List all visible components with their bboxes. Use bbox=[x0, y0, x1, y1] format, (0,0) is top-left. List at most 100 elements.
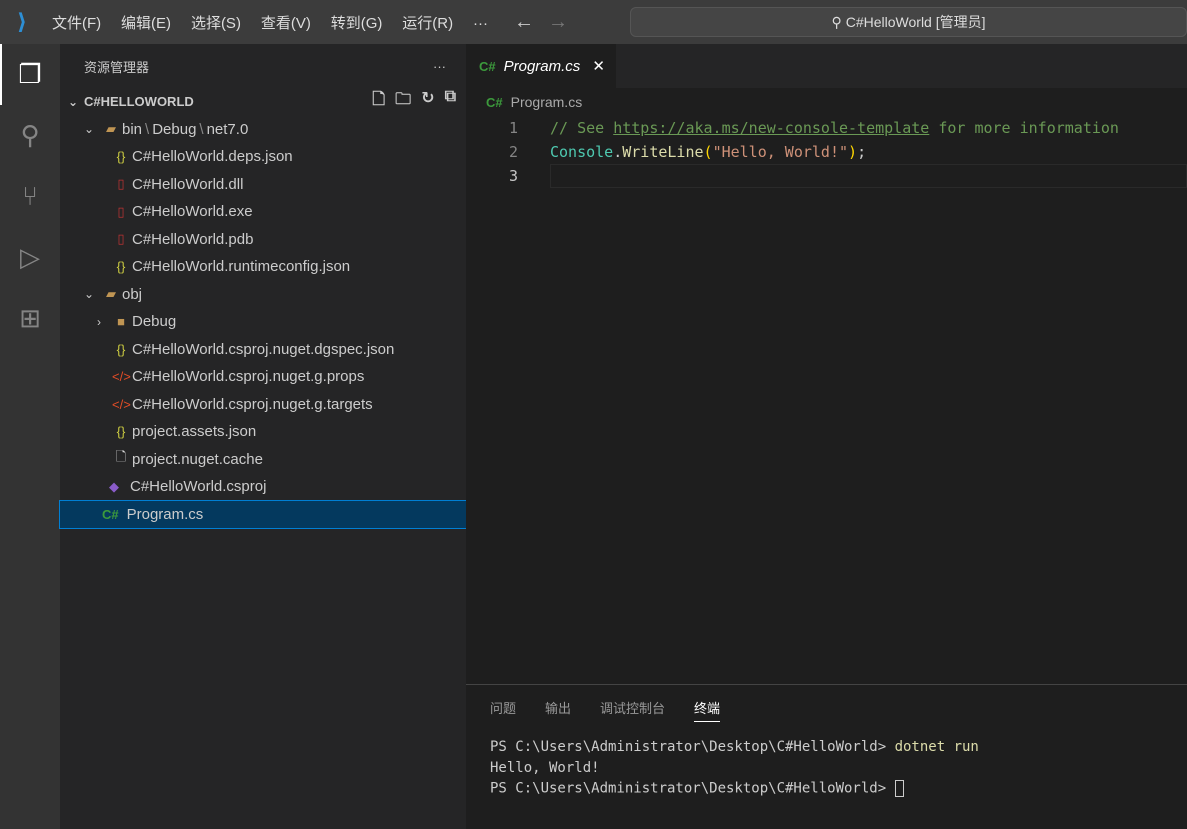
token: "Hello, World!" bbox=[712, 143, 849, 161]
search-label: C#HelloWorld [管理员] bbox=[845, 14, 986, 30]
comment-link[interactable]: https://aka.ms/new-console-template bbox=[613, 119, 929, 137]
search-icon[interactable]: ⚲ bbox=[0, 105, 60, 166]
menu-edit[interactable]: 编辑(E) bbox=[121, 15, 171, 32]
terminal-cursor bbox=[894, 780, 904, 797]
chevron-down-icon: ⌄ bbox=[67, 94, 79, 109]
collapse-all-icon[interactable]: ⧉ bbox=[445, 88, 456, 115]
terminal[interactable]: PS C:\Users\Administrator\Desktop\C#Hell… bbox=[466, 739, 1187, 801]
tree-file[interactable]: {} C#HelloWorld.runtimeconfig.json bbox=[60, 253, 466, 281]
tree-root-folder[interactable]: ⌄ C#HELLOWORLD 🗋 🗀 ↻ ⧉ bbox=[60, 88, 466, 116]
label: C#HelloWorld.csproj.nuget.g.props bbox=[132, 368, 365, 386]
menu-bar: 文件(F) 编辑(E) 选择(S) 查看(V) 转到(G) 运行(R) ··· bbox=[44, 12, 496, 33]
forward-arrow-icon[interactable]: → bbox=[548, 11, 568, 33]
search-icon: ⚲ bbox=[831, 13, 842, 30]
chevron-down-icon: ⌄ bbox=[83, 122, 95, 137]
tree-file[interactable]: ▯ C#HelloWorld.exe bbox=[60, 198, 466, 226]
xml-icon: </> bbox=[112, 396, 131, 412]
explorer-icon[interactable]: ❐ bbox=[0, 44, 60, 105]
label: C#HelloWorld.deps.json bbox=[132, 148, 293, 166]
new-folder-icon[interactable]: 🗀 bbox=[395, 88, 411, 115]
json-icon: {} bbox=[116, 424, 126, 440]
activity-bar: ❐ ⚲ ⑂ ▷ ⊞ bbox=[0, 44, 60, 829]
label: C#HelloWorld.exe bbox=[132, 203, 253, 221]
binary-file-icon: ▯ bbox=[117, 231, 125, 247]
menu-more[interactable]: ··· bbox=[473, 15, 488, 32]
label: C#HelloWorld.runtimeconfig.json bbox=[132, 258, 351, 276]
chevron-down-icon: ⌄ bbox=[83, 287, 95, 302]
tab-terminal[interactable]: 终端 bbox=[694, 698, 721, 722]
label: C#HelloWorld.dll bbox=[132, 175, 244, 193]
tab-debug-console[interactable]: 调试控制台 bbox=[600, 698, 665, 717]
extensions-icon[interactable]: ⊞ bbox=[0, 288, 60, 349]
label: C#HelloWorld.pdb bbox=[132, 230, 254, 248]
run-debug-icon[interactable]: ▷ bbox=[0, 227, 60, 288]
json-icon: {} bbox=[116, 259, 126, 275]
label: C#HelloWorld.csproj.nuget.dgspec.json bbox=[132, 340, 395, 358]
tree-file[interactable]: ▯ C#HelloWorld.dll bbox=[60, 171, 466, 199]
terminal-output: Hello, World! bbox=[490, 759, 600, 776]
line-number: 2 bbox=[508, 143, 518, 161]
csharp-icon: C# bbox=[102, 506, 119, 522]
tree-file[interactable]: {} C#HelloWorld.csproj.nuget.dgspec.json bbox=[60, 336, 466, 364]
token: ( bbox=[703, 143, 713, 161]
binary-file-icon: ▯ bbox=[117, 203, 125, 219]
tree-file-selected[interactable]: C# Program.cs bbox=[59, 499, 467, 529]
new-file-icon[interactable]: 🗋 bbox=[372, 88, 385, 115]
json-icon: {} bbox=[116, 149, 126, 165]
menu-view[interactable]: 查看(V) bbox=[261, 15, 311, 32]
menu-go[interactable]: 转到(G) bbox=[331, 15, 383, 32]
tree-file[interactable]: ▯ C#HelloWorld.pdb bbox=[60, 226, 466, 254]
xml-icon: </> bbox=[112, 369, 131, 385]
label: Program.cs bbox=[126, 505, 204, 523]
tree-file[interactable]: {} project.assets.json bbox=[60, 418, 466, 446]
refresh-icon[interactable]: ↻ bbox=[421, 88, 434, 115]
source-control-icon[interactable]: ⑂ bbox=[0, 166, 60, 227]
label: C#HelloWorld.csproj bbox=[130, 478, 267, 496]
editor-area: C# Program.cs ✕ C# Program.cs 1 // See https… bbox=[466, 44, 1187, 684]
tab-output[interactable]: 输出 bbox=[545, 698, 571, 717]
breadcrumb[interactable]: C# Program.cs bbox=[466, 88, 1187, 116]
tree-folder-obj[interactable]: ⌄ ▰ obj bbox=[60, 281, 466, 309]
tree-folder-debug[interactable]: › ■ Debug bbox=[60, 308, 466, 336]
tree-file[interactable]: </> C#HelloWorld.csproj.nuget.g.props bbox=[60, 363, 466, 391]
comment: for more information bbox=[929, 119, 1119, 137]
bottom-panel: 问题 输出 调试控制台 终端 PS C:\Users\Administrator… bbox=[466, 684, 1187, 829]
tree-file[interactable]: {} C#HelloWorld.deps.json bbox=[60, 143, 466, 171]
tree-folder-bin[interactable]: ⌄ ▰ bin \ Debug \ net7.0 bbox=[60, 116, 466, 144]
file-icon: 🗋 bbox=[115, 449, 127, 465]
label: obj bbox=[122, 285, 143, 303]
tree-file[interactable]: </> C#HelloWorld.csproj.nuget.g.targets bbox=[60, 391, 466, 419]
title-bar: ⟩ 文件(F) 编辑(E) 选择(S) 查看(V) 转到(G) 运行(R) ··… bbox=[0, 0, 1187, 44]
label: C#HelloWorld.csproj.nuget.g.targets bbox=[132, 395, 373, 413]
tab-label: Program.cs bbox=[503, 57, 581, 75]
current-line[interactable] bbox=[550, 164, 1187, 188]
tab-program-cs[interactable]: C# Program.cs ✕ bbox=[466, 44, 616, 88]
explorer-sidebar: 资源管理器 ··· ⌄ C#HELLOWORLD 🗋 🗀 ↻ ⧉ ⌄ ▰ bin \ Debug \… bbox=[59, 44, 467, 829]
back-arrow-icon[interactable]: ← bbox=[514, 11, 534, 33]
csharp-icon: C# bbox=[486, 94, 503, 110]
terminal-command: dotnet run bbox=[894, 739, 979, 755]
tab-problems[interactable]: 问题 bbox=[490, 698, 516, 717]
menu-run[interactable]: 运行(R) bbox=[402, 15, 453, 32]
menu-file[interactable]: 文件(F) bbox=[52, 15, 101, 32]
binary-file-icon: ▯ bbox=[117, 176, 125, 192]
code-editor[interactable]: 1 // See https://aka.ms/new-console-templ… bbox=[466, 116, 1187, 188]
comment: // See bbox=[550, 119, 614, 137]
terminal-prompt: PS C:\Users\Administrator\Desktop\C#Hell… bbox=[490, 780, 895, 797]
token: ) bbox=[848, 143, 858, 161]
close-icon[interactable]: ✕ bbox=[592, 57, 605, 75]
command-center-search[interactable]: ⚲ C#HelloWorld [管理员] bbox=[630, 7, 1187, 37]
token: . bbox=[613, 143, 623, 161]
label: net7.0 bbox=[206, 120, 249, 138]
vscode-logo-icon: ⟩ bbox=[16, 9, 28, 34]
label: Debug bbox=[152, 120, 197, 138]
tree-file[interactable]: ◆ C#HelloWorld.csproj bbox=[60, 473, 466, 501]
explorer-more-button[interactable]: ··· bbox=[433, 59, 446, 74]
root-label: C#HELLOWORLD bbox=[84, 94, 194, 110]
label: Debug bbox=[132, 313, 177, 331]
token: WriteLine bbox=[622, 143, 704, 161]
menu-selection[interactable]: 选择(S) bbox=[191, 15, 241, 32]
explorer-title: 资源管理器 bbox=[84, 59, 150, 75]
tree-file[interactable]: 🗋 project.nuget.cache bbox=[60, 446, 466, 474]
json-icon: {} bbox=[116, 341, 126, 357]
